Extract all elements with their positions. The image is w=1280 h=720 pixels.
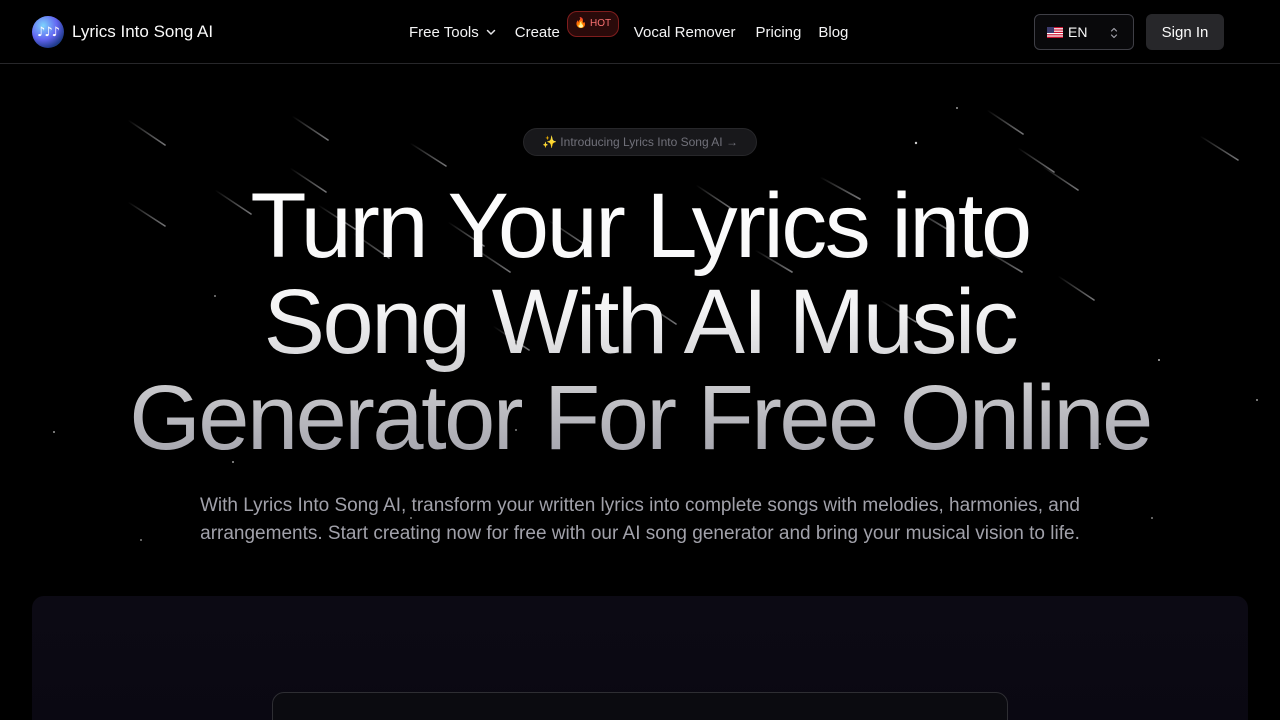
brand-home-link[interactable]: ♪♪♪ Lyrics Into Song AI	[32, 16, 213, 48]
nav-create-link[interactable]: Create 🔥 HOT	[514, 10, 620, 41]
language-select[interactable]: EN	[1034, 14, 1134, 50]
sign-in-button[interactable]: Sign In	[1146, 14, 1224, 50]
top-navbar: ♪♪♪ Lyrics Into Song AI Free Tools Creat…	[0, 0, 1280, 64]
brand-name: Lyrics Into Song AI	[72, 22, 214, 41]
lyrics-input-box[interactable]	[272, 692, 1008, 720]
headline-line: Turn Your Lyrics into	[250, 175, 1030, 277]
hot-badge: 🔥 HOT	[566, 10, 620, 37]
nav-pricing-link[interactable]: Pricing	[756, 24, 802, 41]
nav-create-label: Create	[514, 23, 560, 41]
nav-free-tools-dropdown[interactable]: Free Tools	[409, 24, 497, 41]
nav-free-tools-label: Free Tools	[409, 23, 479, 41]
intro-announcement-pill[interactable]: ✨ Introducing Lyrics Into Song AI →	[523, 128, 757, 156]
headline-line: Generator For Free Online	[129, 367, 1151, 469]
us-flag-icon	[1047, 26, 1063, 38]
hero-subtitle: With Lyrics Into Song AI, transform your…	[200, 495, 1080, 544]
landing-page: ♪♪♪ Lyrics Into Song AI Free Tools Creat…	[0, 0, 1280, 720]
nav-vocal-remover-link[interactable]: Vocal Remover	[634, 24, 736, 41]
nav-blog-link[interactable]: Blog	[818, 24, 848, 41]
chevron-down-icon	[486, 29, 496, 35]
headline-line: Song With AI Music	[263, 271, 1017, 373]
language-code: EN	[1068, 24, 1088, 40]
music-notes-logo: ♪♪♪	[32, 16, 64, 48]
main-nav: Free Tools Create 🔥 HOT Vocal Remover Pr…	[409, 10, 848, 44]
hero-headline: Turn Your Lyrics into Song With AI Music…	[40, 178, 1240, 466]
chevron-up-down-icon	[1110, 27, 1118, 39]
